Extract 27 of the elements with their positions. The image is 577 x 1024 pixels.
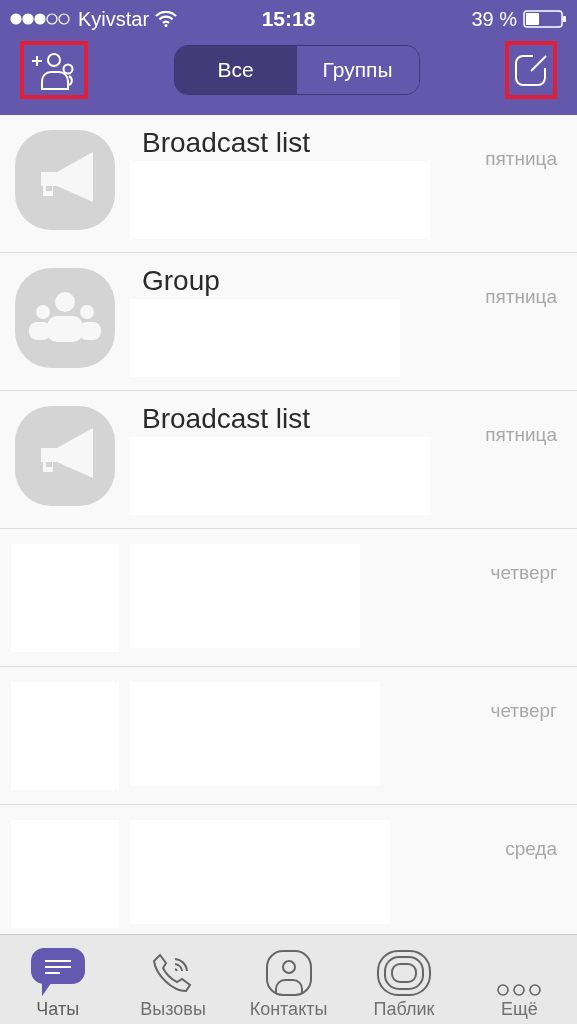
tab-bar-item[interactable]: Вызовы — [115, 935, 231, 1024]
tab-bar-item[interactable]: Контакты — [230, 935, 347, 1024]
chat-date: пятница — [484, 285, 558, 308]
chat-name: Group — [142, 266, 221, 297]
wifi-icon — [155, 11, 178, 27]
chat-name: Broadcast list — [142, 404, 312, 435]
tab-bar-item[interactable]: Ещё — [461, 935, 577, 1024]
battery-percent: 39 % — [471, 7, 517, 31]
signal-icon — [10, 12, 72, 26]
compose-button[interactable] — [505, 41, 557, 99]
carrier-name: Kyivstar — [78, 7, 150, 31]
tab-bar-item[interactable]: Паблик — [346, 935, 462, 1024]
chat-date: четверг — [489, 699, 558, 722]
chat-date: пятница — [484, 147, 558, 170]
chat-bubble-icon — [29, 947, 86, 997]
public-icon — [375, 949, 432, 997]
battery-icon — [523, 10, 567, 28]
clock: 15:18 — [261, 7, 316, 31]
more-icon — [496, 983, 543, 997]
contact-icon — [264, 949, 313, 997]
chat-date: среда — [504, 837, 558, 860]
segment-tab[interactable]: Все — [174, 46, 297, 94]
chat-date: четверг — [489, 561, 558, 584]
chat-date: пятница — [484, 423, 558, 446]
tab-bar-item[interactable]: Чаты — [0, 935, 116, 1024]
chat-name: Broadcast list — [142, 128, 312, 159]
add-contact-button[interactable] — [20, 41, 88, 99]
